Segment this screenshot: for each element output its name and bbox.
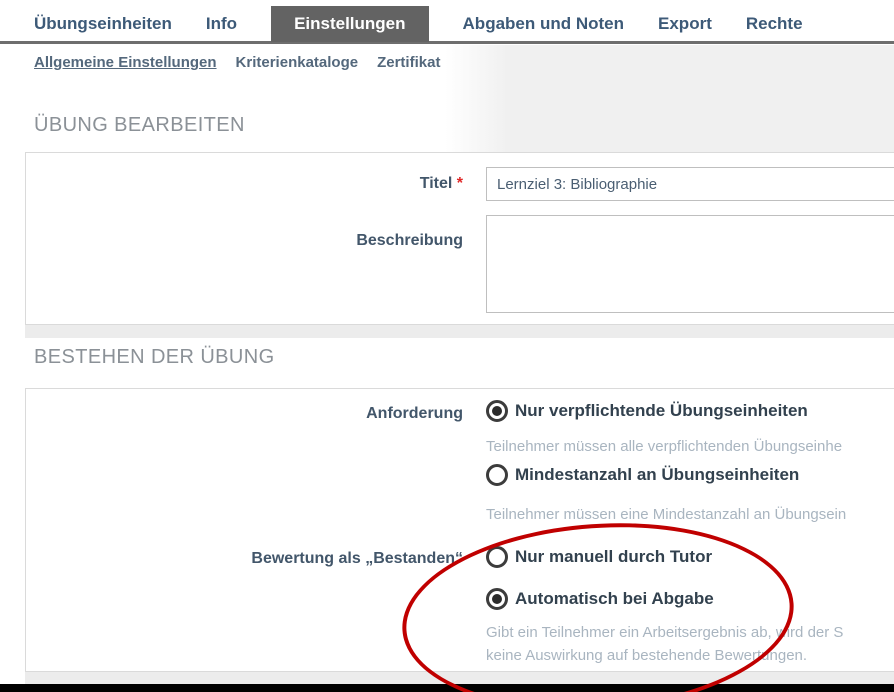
radio-option-label: Nur verpflichtende Übungseinheiten (515, 401, 808, 421)
bottom-gap-band (25, 672, 894, 684)
sub-tab-bar: Allgemeine Einstellungen Kriterienkatalo… (34, 54, 440, 71)
tab-export[interactable]: Export (658, 6, 712, 42)
form-panel-bestehen: Anforderung Nur verpflichtende Übungsein… (25, 388, 894, 672)
tab-rechte[interactable]: Rechte (746, 6, 803, 42)
tab-info[interactable]: Info (206, 6, 237, 42)
help-text-mindestanzahl: Teilnehmer müssen eine Mindestanzahl an … (486, 506, 846, 523)
radio-option-label: Mindestanzahl an Übungseinheiten (515, 465, 799, 485)
radio-unchecked-icon[interactable] (486, 546, 508, 568)
radio-option-nur-manuell[interactable]: Nur manuell durch Tutor (486, 546, 712, 568)
background-wash (445, 45, 894, 152)
radio-option-mindestanzahl[interactable]: Mindestanzahl an Übungseinheiten (486, 464, 799, 486)
section-gap-band (25, 325, 894, 338)
section-title-bestehen-der-uebung: BESTEHEN DER ÜBUNG (34, 346, 275, 369)
radio-unchecked-icon[interactable] (486, 464, 508, 486)
beschreibung-textarea[interactable] (486, 215, 894, 313)
radio-option-label: Nur manuell durch Tutor (515, 547, 712, 567)
titel-label-text: Titel (420, 175, 453, 192)
radio-checked-icon[interactable] (486, 400, 508, 422)
section-title-uebung-bearbeiten: ÜBUNG BEARBEITEN (34, 114, 245, 137)
form-panel-uebung-bearbeiten: Titel * Beschreibung (25, 152, 894, 325)
subtab-zertifikat[interactable]: Zertifikat (377, 54, 440, 71)
subtab-allgemeine-einstellungen[interactable]: Allgemeine Einstellungen (34, 54, 217, 71)
radio-option-automatisch[interactable]: Automatisch bei Abgabe (486, 588, 714, 610)
tab-abgaben-und-noten[interactable]: Abgaben und Noten (463, 6, 624, 42)
radio-option-label: Automatisch bei Abgabe (515, 589, 714, 609)
titel-label: Titel * (26, 175, 463, 193)
settings-page: Übungseinheiten Info Einstellungen Abgab… (0, 0, 894, 692)
main-tab-bar: Übungseinheiten Info Einstellungen Abgab… (34, 6, 803, 42)
beschreibung-label: Beschreibung (26, 232, 463, 250)
radio-checked-icon[interactable] (486, 588, 508, 610)
anforderung-label: Anforderung (26, 405, 463, 423)
subtab-kriterienkataloge[interactable]: Kriterienkataloge (236, 54, 359, 71)
help-text-verpflichtende: Teilnehmer müssen alle verpflichtenden Ü… (486, 438, 842, 455)
crop-border-bottom (0, 684, 894, 692)
tab-uebungseinheiten[interactable]: Übungseinheiten (34, 6, 172, 42)
titel-input[interactable] (486, 167, 894, 201)
help-text-abgabe-line1: Gibt ein Teilnehmer ein Arbeitsergebnis … (486, 624, 843, 641)
bewertung-label: Bewertung als „Bestanden“ (26, 550, 463, 568)
required-asterisk: * (457, 175, 463, 192)
help-text-abgabe-line2: keine Auswirkung auf bestehende Bewertun… (486, 647, 807, 664)
tab-einstellungen[interactable]: Einstellungen (271, 6, 428, 42)
radio-option-nur-verpflichtende[interactable]: Nur verpflichtende Übungseinheiten (486, 400, 808, 422)
